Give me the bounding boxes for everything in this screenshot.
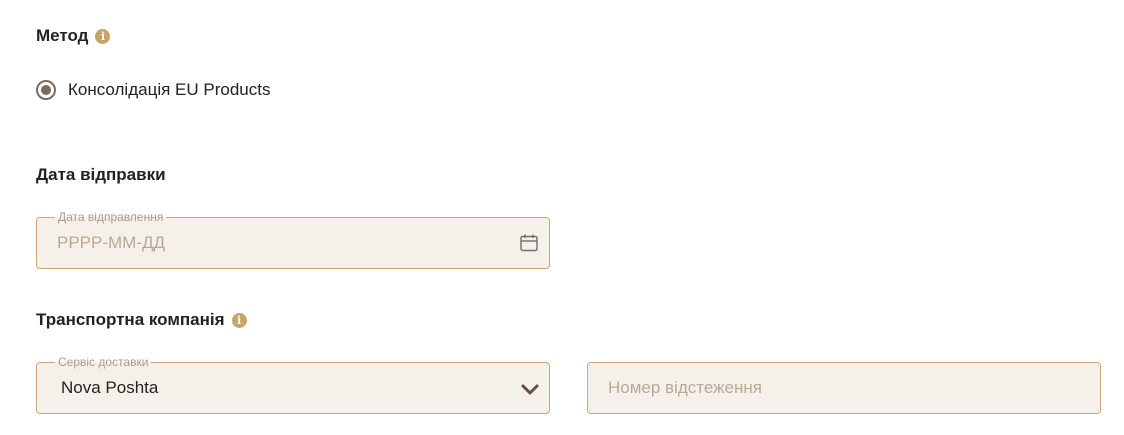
radio-button[interactable]	[36, 80, 56, 100]
method-info-icon[interactable]: i	[95, 28, 111, 44]
method-title: Метод	[36, 26, 89, 45]
calendar-icon[interactable]	[519, 233, 539, 253]
method-option-label: Консолідація EU Products	[68, 80, 271, 99]
shipping-date-field[interactable]: Дата відправлення РРРР-ММ-ДД	[36, 210, 550, 269]
carrier-info-icon[interactable]: i	[231, 312, 247, 328]
tracking-number-placeholder: Номер відстеження	[608, 378, 762, 397]
shipping-date-placeholder: РРРР-ММ-ДД	[57, 233, 166, 252]
tracking-number-input[interactable]: Номер відстеження	[587, 362, 1101, 414]
delivery-service-select[interactable]: Сервіс доставки Nova Poshta	[36, 355, 550, 414]
shipment-form: Метод i Консолідація EU Products Дата ві…	[0, 0, 1124, 435]
shipping-date-section-title: Дата відправки	[36, 165, 166, 185]
chevron-down-icon[interactable]	[519, 378, 541, 400]
shipping-date-title: Дата відправки	[36, 165, 166, 184]
method-section-title: Метод i	[36, 26, 111, 46]
method-option-radio[interactable]: Консолідація EU Products	[36, 80, 270, 100]
carrier-title: Транспортна компанія	[36, 310, 225, 329]
delivery-service-value: Nova Poshta	[61, 378, 159, 397]
radio-selected-dot	[41, 85, 51, 95]
carrier-section-title: Транспортна компанія i	[36, 310, 247, 330]
